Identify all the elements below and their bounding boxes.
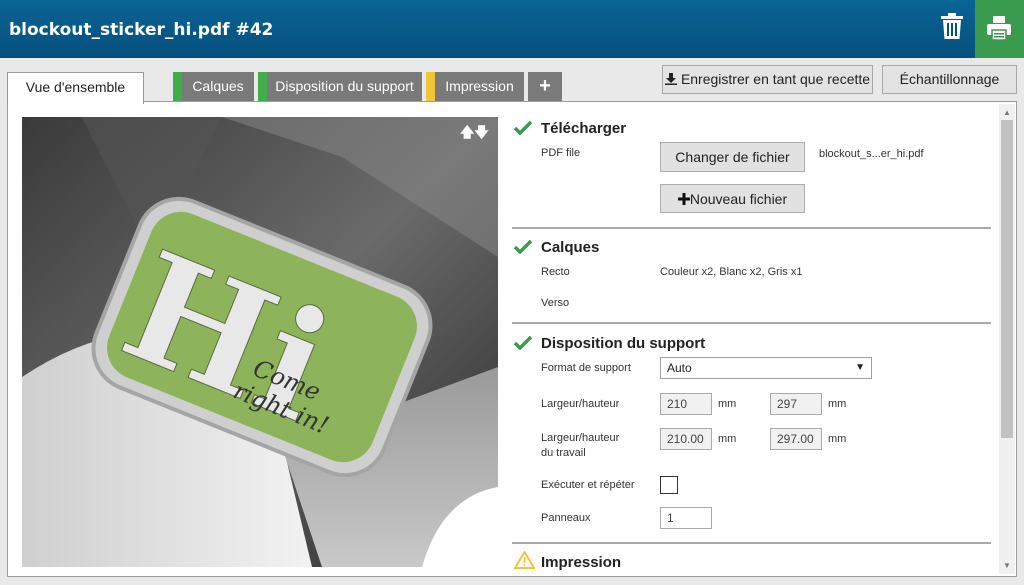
tab-print[interactable]: Impression bbox=[426, 72, 524, 101]
print-title: Impression bbox=[541, 554, 622, 571]
arrow-up-icon[interactable]: 🡅 bbox=[460, 124, 474, 140]
plus-icon bbox=[677, 193, 690, 205]
sampling-button[interactable]: Échantillonnage bbox=[882, 65, 1017, 94]
check-icon bbox=[514, 120, 532, 135]
layers-title: Calques bbox=[541, 239, 600, 256]
tab-layers[interactable]: Calques bbox=[173, 72, 254, 101]
pdf-file-label: PDF file bbox=[541, 147, 581, 159]
add-tab-button[interactable]: + bbox=[528, 72, 562, 101]
front-label: Recto bbox=[541, 266, 570, 278]
new-file-button[interactable]: Nouveau fichier bbox=[660, 184, 805, 213]
unit-label: mm bbox=[718, 398, 737, 410]
print-button[interactable] bbox=[975, 0, 1024, 58]
size-label: Largeur/hauteur bbox=[541, 398, 620, 410]
media-title: Disposition du support bbox=[541, 335, 706, 352]
upload-title: Télécharger bbox=[541, 120, 627, 137]
section-divider bbox=[512, 227, 991, 229]
status-color-bar bbox=[173, 72, 182, 101]
width-input[interactable]: 210 bbox=[660, 393, 712, 415]
scrollbar[interactable]: ▲ ▼ bbox=[999, 104, 1015, 574]
work-size-label-2: du travail bbox=[541, 447, 586, 459]
work-width-input[interactable]: 210.00 bbox=[660, 428, 712, 450]
file-name: blockout_s...er_hi.pdf bbox=[819, 148, 924, 160]
save-recipe-button[interactable]: Enregistrer en tant que recette bbox=[662, 65, 873, 94]
unit-label: mm bbox=[718, 433, 737, 445]
scroll-down-icon[interactable]: ▼ bbox=[1003, 561, 1011, 570]
step-repeat-checkbox[interactable] bbox=[660, 476, 678, 494]
unit-label: mm bbox=[828, 433, 847, 445]
plus-icon: + bbox=[539, 75, 551, 97]
arrow-down-icon[interactable]: 🡇 bbox=[474, 124, 488, 140]
scroll-up-icon[interactable]: ▲ bbox=[1003, 108, 1011, 117]
status-color-bar bbox=[258, 72, 267, 101]
back-label: Verso bbox=[541, 297, 570, 309]
panels-label: Panneaux bbox=[541, 512, 591, 524]
download-icon bbox=[664, 73, 677, 85]
section-divider bbox=[512, 542, 991, 544]
format-label: Format de support bbox=[541, 362, 631, 374]
work-size-label-1: Largeur/hauteur bbox=[541, 432, 620, 444]
title-bar: blockout_sticker_hi.pdf #42 bbox=[0, 0, 1024, 58]
check-icon bbox=[514, 335, 532, 350]
format-select[interactable]: Auto ▼ bbox=[660, 357, 872, 379]
scrollbar-thumb[interactable] bbox=[1001, 120, 1013, 438]
tab-overview[interactable]: Vue d'ensemble bbox=[7, 72, 144, 104]
tab-media-layout[interactable]: Disposition du support bbox=[258, 72, 422, 101]
height-input[interactable]: 297 bbox=[770, 393, 822, 415]
document-title: blockout_sticker_hi.pdf #42 bbox=[9, 20, 274, 40]
status-color-bar bbox=[426, 72, 435, 101]
change-file-button[interactable]: Changer de fichier bbox=[660, 142, 805, 172]
front-value: Couleur x2, Blanc x2, Gris x1 bbox=[660, 266, 803, 278]
step-repeat-label: Exécuter et répéter bbox=[541, 479, 635, 491]
work-height-input[interactable]: 297.00 bbox=[770, 428, 822, 450]
panels-input[interactable]: 1 bbox=[660, 507, 712, 529]
printer-icon bbox=[987, 16, 1011, 41]
trash-icon[interactable] bbox=[940, 12, 966, 42]
section-divider bbox=[512, 322, 991, 324]
unit-label: mm bbox=[828, 398, 847, 410]
chevron-down-icon: ▼ bbox=[855, 362, 865, 373]
warning-icon bbox=[514, 551, 535, 569]
document-preview: Hi Come right in! bbox=[22, 117, 498, 567]
check-icon bbox=[514, 239, 532, 254]
sort-arrows[interactable]: 🡅🡇 bbox=[460, 122, 489, 146]
